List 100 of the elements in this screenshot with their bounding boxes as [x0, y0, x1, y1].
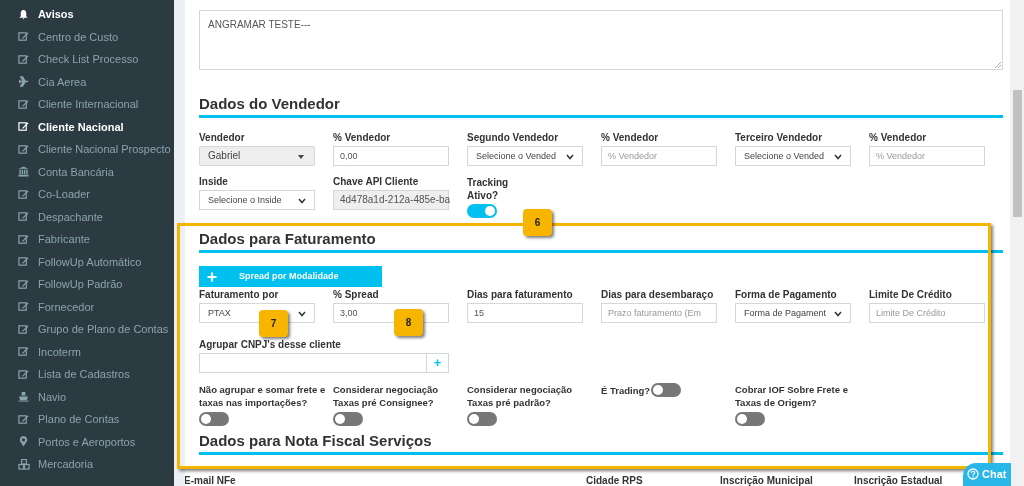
section-heading: Dados para Faturamento — [199, 230, 1003, 253]
toggle-switch[interactable] — [735, 412, 765, 426]
section-heading: Dados do Vendedor — [199, 95, 1003, 118]
field-label: Considerar negociação Taxas pré padrão? — [467, 383, 574, 409]
toggle-switch[interactable] — [467, 412, 497, 426]
sidebar-item[interactable]: Cliente Internacional — [17, 93, 174, 116]
callout-badge: 6 — [523, 209, 552, 236]
sidebar-item[interactable]: Lista de Cadastros — [17, 363, 174, 386]
field-label: Faturamento por — [199, 289, 280, 302]
sidebar-item[interactable]: Plano de Contas — [17, 408, 174, 431]
chat-button[interactable]: Chat — [963, 463, 1011, 486]
sidebar-item[interactable]: FollowUp Padrão — [17, 273, 174, 296]
toggle-switch[interactable] — [467, 204, 497, 218]
section-heading: Dados para Nota Fiscal Serviços — [199, 432, 1003, 455]
edit-icon — [17, 31, 30, 43]
field-label: Dias para faturamento — [467, 289, 574, 302]
edit-icon — [17, 413, 30, 425]
edit-icon — [17, 346, 30, 358]
field-label: Não agrupar e somar frete e taxas nas importações? — [199, 383, 327, 409]
field-label: Cidade RPS — [586, 475, 643, 486]
sidebar-item[interactable]: Navio — [17, 385, 174, 408]
chevron-down-icon — [566, 154, 574, 160]
edit-icon — [17, 121, 30, 133]
field-label: Agrupar CNPJ's desse cliente — [199, 339, 341, 352]
chevron-down-icon — [298, 311, 306, 317]
sidebar-item[interactable]: Conta Bancária — [17, 160, 174, 183]
edit-icon — [17, 98, 30, 110]
toggle-switch[interactable] — [333, 412, 363, 426]
sidebar-item[interactable]: Avisos — [17, 3, 174, 26]
sidebar-item[interactable]: Cliente Nacional Prospecto — [17, 138, 174, 161]
field-label: E-mail NFe — [185, 475, 236, 486]
sidebar-item[interactable]: Co-Loader — [17, 183, 174, 206]
caret-icon — [298, 155, 304, 159]
edit-icon — [17, 143, 30, 155]
field-label: Limite De Crédito — [869, 289, 953, 302]
field-label: % Vendedor — [601, 132, 660, 145]
edit-icon — [17, 368, 30, 380]
edit-icon — [17, 256, 30, 268]
sidebar-item[interactable]: Check List Processo — [17, 48, 174, 71]
input-field: 4d478a1d-212a-485e-ba — [333, 190, 449, 210]
plus-icon — [207, 271, 217, 282]
cubes-icon — [17, 458, 30, 470]
sidebar-item[interactable]: Incoterm — [17, 340, 174, 363]
edit-icon — [17, 301, 30, 313]
edit-icon — [17, 211, 30, 223]
input-field[interactable]: % Vendedor — [869, 146, 985, 166]
field-label: Inscrição Estadual — [854, 475, 943, 486]
input-field[interactable]: 15 — [467, 303, 583, 323]
chevron-down-icon — [834, 154, 842, 160]
chevron-down-icon — [298, 198, 306, 204]
input-field[interactable]: % Vendedor — [601, 146, 717, 166]
help-icon — [967, 468, 979, 480]
field-label: Considerar negociação Taxas pré Consignee? — [333, 383, 440, 409]
field-label: Inside — [199, 176, 229, 189]
field-label: Segundo Vendedor — [467, 132, 560, 145]
select-field[interactable]: Forma de Pagament — [735, 303, 851, 323]
sidebar-item[interactable]: Centro de Custo — [17, 25, 174, 48]
input-field[interactable]: 0,00 — [333, 146, 449, 166]
field-label: % Vendedor — [333, 132, 392, 145]
text-area[interactable]: ANGRAMAR TESTE--- — [199, 10, 1003, 70]
edit-icon — [17, 233, 30, 245]
field-label: Inscrição Municipal — [720, 475, 813, 486]
sidebar-item[interactable]: Fabricante — [17, 228, 174, 251]
edit-icon — [17, 323, 30, 335]
field-label: Chave API Cliente — [333, 176, 420, 189]
toggle-switch[interactable] — [651, 383, 682, 397]
sidebar-item[interactable]: Cliente Nacional — [17, 115, 174, 138]
sidebar-item[interactable]: Portos e Aeroportos — [17, 430, 174, 453]
map-pin-icon — [17, 436, 30, 448]
callout-badge: 7 — [259, 310, 288, 337]
callout-badge: 8 — [394, 309, 423, 336]
chevron-down-icon — [834, 311, 842, 317]
scrollbar[interactable] — [1010, 0, 1024, 486]
field-label: Forma de Pagamento — [735, 289, 838, 302]
dropdown[interactable]: Gabriel — [199, 146, 315, 166]
sidebar-item[interactable]: Mercadoria — [17, 453, 174, 476]
bank-icon — [17, 166, 30, 178]
field-label: Cobrar IOF Sobre Frete e Taxas de Origem? — [735, 383, 849, 409]
field-label: Terceiro Vendedor — [735, 132, 824, 145]
select-field[interactable]: Selecione o Vended — [467, 146, 583, 166]
sidebar-item[interactable]: Fornecedor — [17, 295, 174, 318]
bell-icon — [17, 8, 30, 20]
field-label: Dias para desembaraço — [601, 289, 715, 302]
sidebar-item[interactable]: FollowUp Automático — [17, 250, 174, 273]
sidebar-item[interactable]: Despachante — [17, 205, 174, 228]
toggle-switch[interactable] — [199, 412, 229, 426]
select-field[interactable]: Selecione o Vended — [735, 146, 851, 166]
resize-handle-icon[interactable] — [995, 62, 1001, 68]
ship-icon — [17, 391, 30, 403]
sidebar-item[interactable]: Grupo de Plano de Contas — [17, 318, 174, 341]
input-field[interactable]: Limite De Crédito — [869, 303, 985, 323]
input-field[interactable]: Prazo faturamento (Em — [601, 303, 717, 323]
edit-icon — [17, 188, 30, 200]
plane-icon — [17, 76, 30, 88]
field-label: % Vendedor — [869, 132, 928, 145]
field-label: % Spread — [333, 289, 380, 302]
sidebar-item[interactable]: Cia Aerea — [17, 70, 174, 93]
field-label: Vendedor — [199, 132, 246, 145]
select-field[interactable]: Selecione o Inside — [199, 190, 315, 210]
edit-icon — [17, 278, 30, 290]
